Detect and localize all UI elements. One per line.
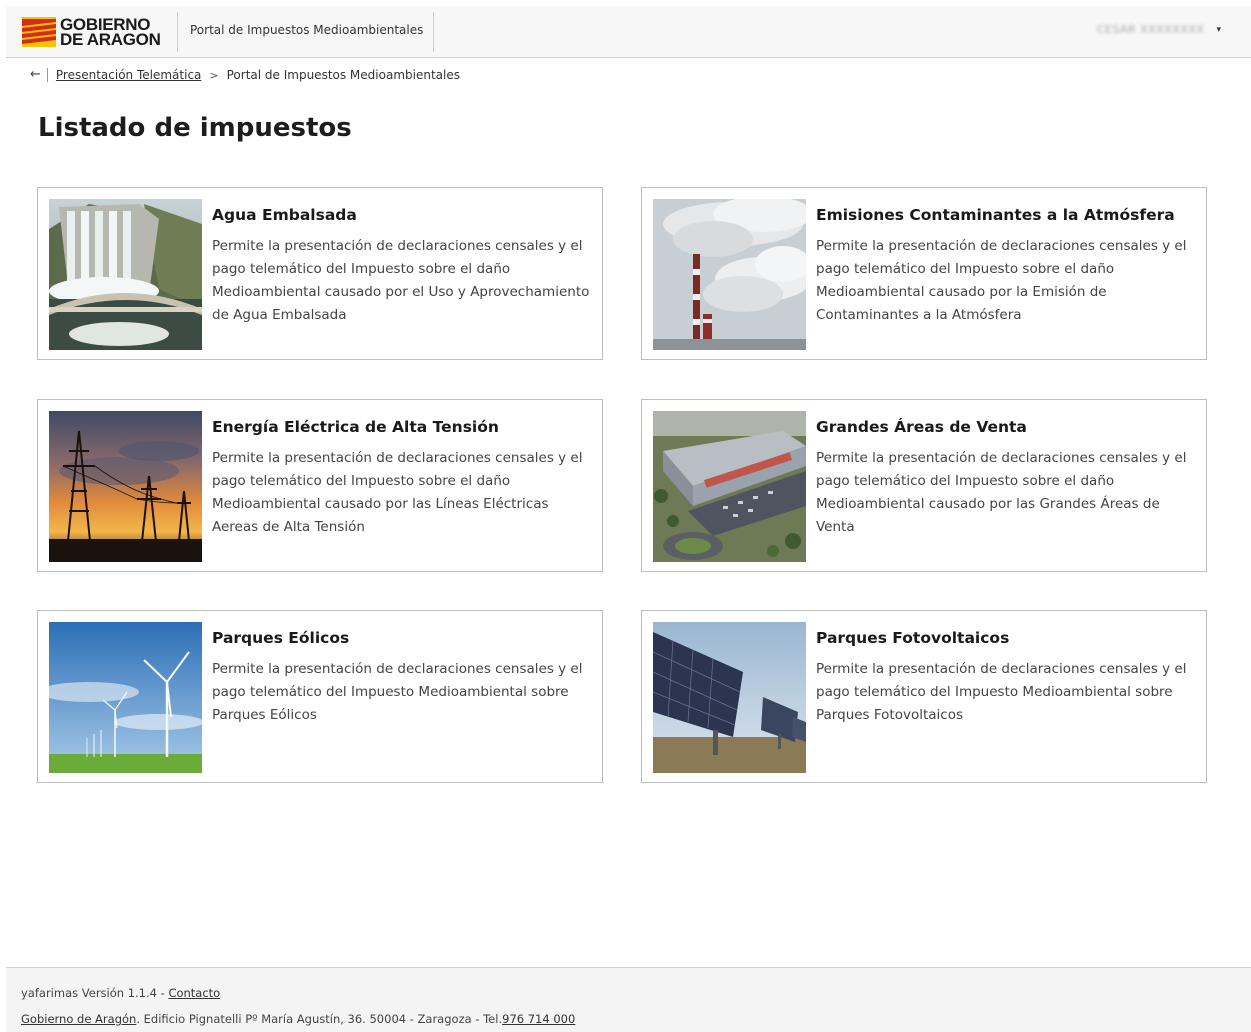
tax-card-grandes-areas-venta[interactable]: Grandes Áreas de Venta Permite la presen… [641,399,1207,572]
smokestack-photo[interactable] [653,199,806,350]
header-divider [177,12,178,52]
card-description: Permite la presentación de declaraciones… [816,450,1187,535]
logo-line-2: DE ARAGON [60,30,161,49]
card-title[interactable]: Grandes Áreas de Venta [816,418,1027,436]
phone-link[interactable]: 976 714 000 [502,1012,575,1026]
card-description: Permite la presentación de declaraciones… [816,238,1187,323]
tax-card-parques-fotovoltaicos[interactable]: Parques Fotovoltaicos Permite la present… [641,610,1207,783]
tax-card-energia-electrica[interactable]: Energía Eléctrica de Alta Tensión Permit… [37,399,603,572]
gobierno-aragon-logo[interactable]: GOBIERNO DE ARAGON [22,15,161,49]
card-title[interactable]: Agua Embalsada [212,206,357,224]
breadcrumb: ← Presentación Telemática > Portal de Im… [30,67,460,83]
page-footer: yafarimas Versión 1.1.4 - Contacto Gobie… [6,967,1251,1032]
top-header: GOBIERNO DE ARAGON Portal de Impuestos M… [6,6,1251,58]
user-menu[interactable]: CESAR XXXXXXXX ▾ [1097,23,1221,36]
card-description: Permite la presentación de declaraciones… [816,661,1187,723]
address-text: . Edificio Pignatelli Pº María Agustín, … [136,1012,503,1026]
card-title[interactable]: Emisiones Contaminantes a la Atmósfera [816,206,1175,224]
portal-title: Portal de Impuestos Medioambientales [190,23,424,37]
contact-link[interactable]: Contacto [168,986,220,1000]
header-divider [433,12,434,52]
gobierno-aragon-link[interactable]: Gobierno de Aragón [21,1012,136,1026]
wind-turbines-photo[interactable] [49,622,202,773]
breadcrumb-separator: > [209,68,219,82]
tax-card-emisiones-contaminantes[interactable]: Emisiones Contaminantes a la Atmósfera P… [641,187,1207,360]
back-arrow-icon[interactable]: ← [30,68,48,82]
dam-photo[interactable] [49,199,202,350]
solar-panels-photo[interactable] [653,622,806,773]
power-lines-photo[interactable] [49,411,202,562]
card-description: Permite la presentación de declaraciones… [212,450,583,535]
version-text: yafarimas Versión 1.1.4 - [21,986,169,1000]
card-description: Permite la presentación de declaraciones… [212,238,590,323]
breadcrumb-current: Portal de Impuestos Medioambientales [226,68,460,82]
card-title[interactable]: Energía Eléctrica de Alta Tensión [212,418,499,436]
page-title: Listado de impuestos [38,113,352,143]
shopping-center-photo[interactable] [653,411,806,562]
tax-card-parques-eolicos[interactable]: Parques Eólicos Permite la presentación … [37,610,603,783]
card-description: Permite la presentación de declaraciones… [212,661,583,723]
card-title[interactable]: Parques Eólicos [212,629,349,647]
user-name[interactable]: CESAR XXXXXXXX [1097,23,1205,36]
tax-card-agua-embalsada[interactable]: Agua Embalsada Permite la presentación d… [37,187,603,360]
aragon-flag-icon [22,17,56,47]
caret-down-icon[interactable]: ▾ [1216,25,1221,35]
footer-version-line: yafarimas Versión 1.1.4 - Contacto [21,986,220,1000]
footer-address-line: Gobierno de Aragón. Edificio Pignatelli … [21,1012,575,1026]
breadcrumb-link-presentacion[interactable]: Presentación Telemática [56,68,202,82]
card-title[interactable]: Parques Fotovoltaicos [816,629,1009,647]
